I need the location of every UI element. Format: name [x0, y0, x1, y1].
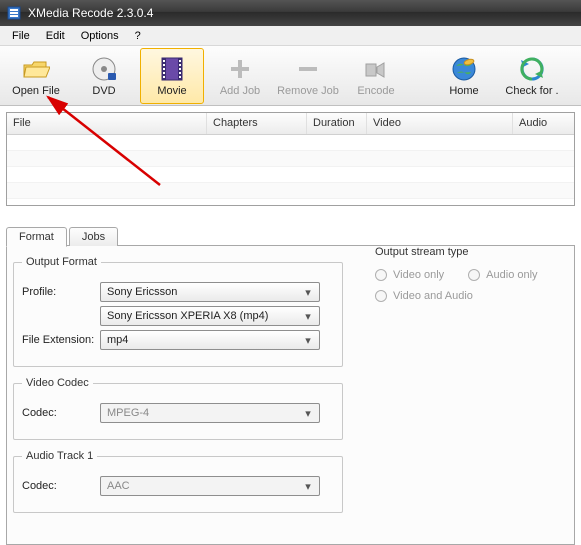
- radio-icon: [375, 290, 387, 302]
- dvd-icon: [90, 55, 118, 83]
- tab-jobs[interactable]: Jobs: [69, 227, 118, 246]
- encode-icon: [362, 55, 390, 83]
- video-codec-label: Codec:: [22, 407, 100, 419]
- encode-label: Encode: [357, 85, 394, 97]
- tabs-container: Format Jobs Output Format Profile: Sony …: [6, 224, 575, 545]
- format-panel: Output Format Profile: Sony Ericsson ▾ S…: [6, 245, 575, 545]
- globe-icon: [450, 55, 478, 83]
- radio-video-only: Video only: [375, 269, 444, 281]
- radio-icon: [468, 269, 480, 281]
- audio-track-group: Audio Track 1 Codec: AAC ▾: [13, 450, 343, 513]
- table-row: [7, 183, 574, 199]
- remove-job-label: Remove Job: [277, 85, 339, 97]
- col-chapters[interactable]: Chapters: [207, 113, 307, 134]
- audio-track-legend: Audio Track 1: [22, 450, 97, 462]
- output-format-legend: Output Format: [22, 256, 101, 268]
- film-icon: [158, 55, 186, 83]
- remove-job-button: Remove Job: [276, 48, 340, 104]
- add-job-button: Add Job: [208, 48, 272, 104]
- check-updates-button[interactable]: Check for .: [500, 48, 564, 104]
- video-codec-select: MPEG-4 ▾: [100, 403, 320, 423]
- menu-options[interactable]: Options: [73, 28, 127, 44]
- check-label: Check for .: [505, 85, 558, 97]
- table-row: [7, 167, 574, 183]
- toolbar: Open File DVD Movie Add Job Remove Job E…: [0, 46, 581, 106]
- movie-label: Movie: [157, 85, 186, 97]
- output-format-group: Output Format Profile: Sony Ericsson ▾ S…: [13, 256, 343, 367]
- chevron-down-icon: ▾: [301, 310, 315, 323]
- menu-help[interactable]: ?: [127, 28, 149, 44]
- video-codec-value: MPEG-4: [107, 407, 149, 419]
- output-stream-group: Output stream type Video only Audio only…: [375, 246, 538, 305]
- open-file-label: Open File: [12, 85, 60, 97]
- dvd-button[interactable]: DVD: [72, 48, 136, 104]
- audio-codec-value: AAC: [107, 480, 130, 492]
- audio-codec-label: Codec:: [22, 480, 100, 492]
- col-duration[interactable]: Duration: [307, 113, 367, 134]
- radio-video-and-audio: Video and Audio: [375, 290, 538, 302]
- chevron-down-icon: ▾: [301, 286, 315, 299]
- menu-edit[interactable]: Edit: [38, 28, 73, 44]
- home-label: Home: [449, 85, 478, 97]
- minus-icon: [294, 55, 322, 83]
- profile-sub-value: Sony Ericsson XPERIA X8 (mp4): [107, 310, 268, 322]
- folder-open-icon: [22, 55, 50, 83]
- open-file-button[interactable]: Open File: [4, 48, 68, 104]
- titlebar: XMedia Recode 2.3.0.4: [0, 0, 581, 26]
- video-codec-legend: Video Codec: [22, 377, 93, 389]
- col-audio[interactable]: Audio: [513, 113, 574, 134]
- audio-codec-select: AAC ▾: [100, 476, 320, 496]
- table-row: [7, 135, 574, 151]
- radio-icon: [375, 269, 387, 281]
- refresh-icon: [518, 55, 546, 83]
- chevron-down-icon: ▾: [301, 407, 315, 420]
- home-button[interactable]: Home: [432, 48, 496, 104]
- menubar: File Edit Options ?: [0, 26, 581, 46]
- dvd-label: DVD: [92, 85, 115, 97]
- chevron-down-icon: ▾: [301, 480, 315, 493]
- table-row: [7, 151, 574, 167]
- chevron-down-icon: ▾: [301, 334, 315, 347]
- file-extension-select[interactable]: mp4 ▾: [100, 330, 320, 350]
- profile-label: Profile:: [22, 286, 100, 298]
- file-extension-label: File Extension:: [22, 334, 100, 346]
- file-list-headers: File Chapters Duration Video Audio: [7, 113, 574, 135]
- file-extension-value: mp4: [107, 334, 128, 346]
- profile-select[interactable]: Sony Ericsson ▾: [100, 282, 320, 302]
- col-file[interactable]: File: [7, 113, 207, 134]
- movie-button[interactable]: Movie: [140, 48, 204, 104]
- video-codec-group: Video Codec Codec: MPEG-4 ▾: [13, 377, 343, 440]
- file-list-rows: [7, 135, 574, 199]
- profile-value: Sony Ericsson: [107, 286, 177, 298]
- radio-audio-only: Audio only: [468, 269, 537, 281]
- menu-file[interactable]: File: [4, 28, 38, 44]
- file-list[interactable]: File Chapters Duration Video Audio: [6, 112, 575, 206]
- plus-icon: [226, 55, 254, 83]
- encode-button: Encode: [344, 48, 408, 104]
- col-video[interactable]: Video: [367, 113, 513, 134]
- add-job-label: Add Job: [220, 85, 260, 97]
- app-icon: [6, 5, 22, 21]
- tab-format[interactable]: Format: [6, 227, 67, 247]
- profile-sub-select[interactable]: Sony Ericsson XPERIA X8 (mp4) ▾: [100, 306, 320, 326]
- output-stream-legend: Output stream type: [375, 246, 538, 258]
- window-title: XMedia Recode 2.3.0.4: [28, 6, 153, 20]
